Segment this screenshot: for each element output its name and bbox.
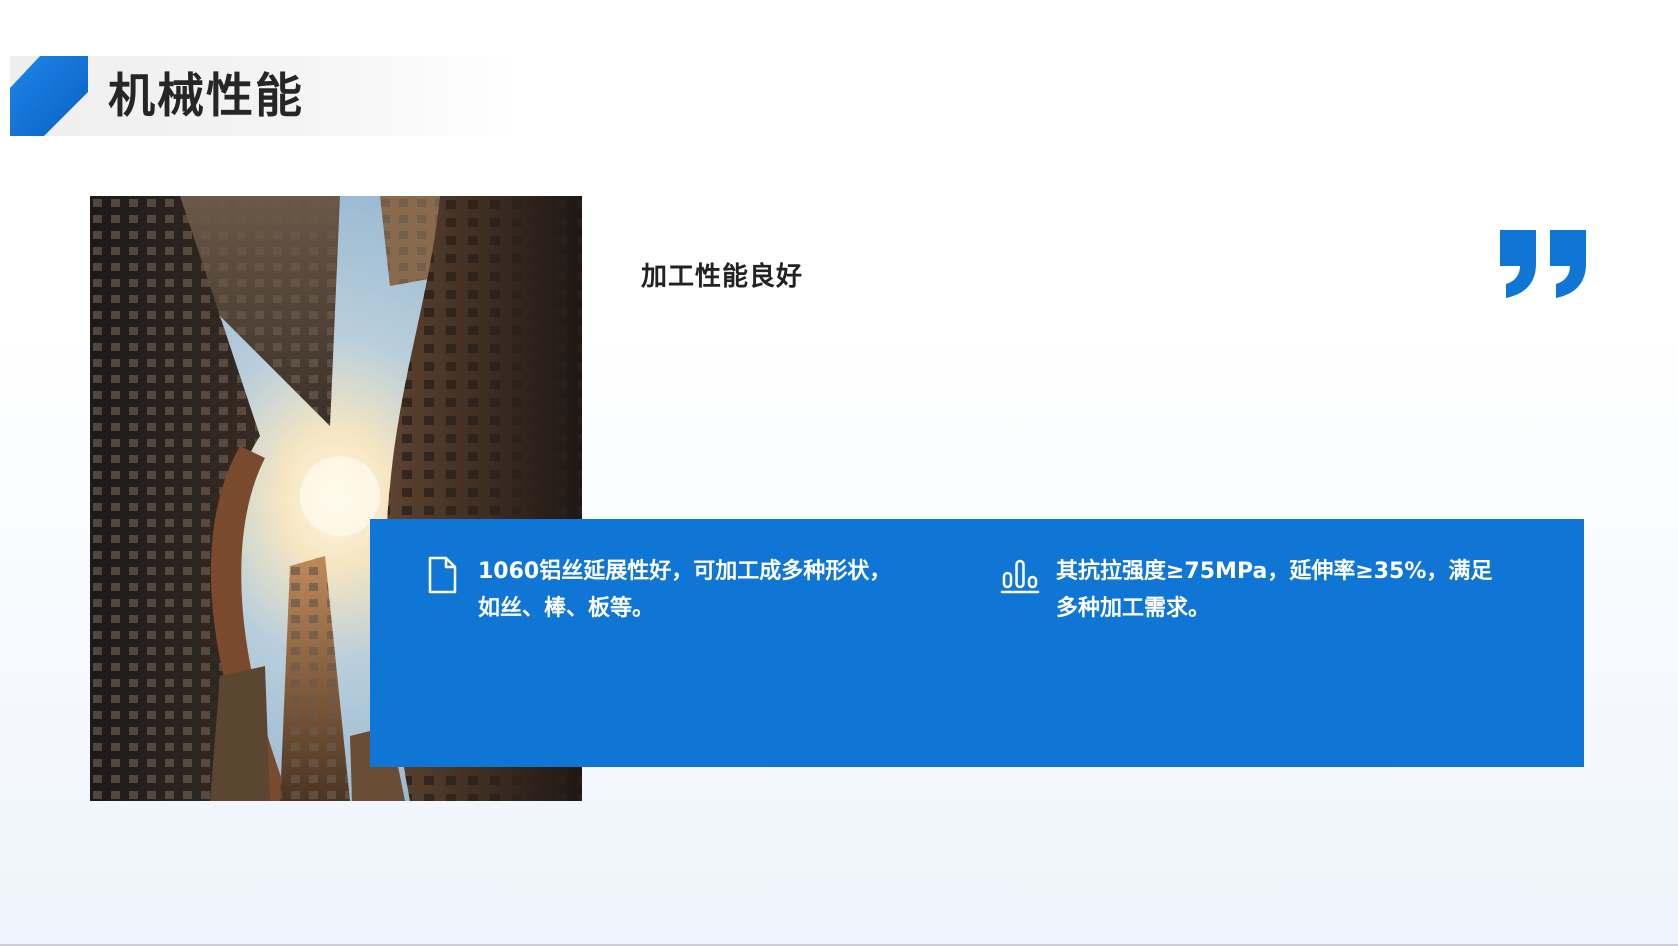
feature-text: 1060铝丝延展性好，可加工成多种形状，如丝、棒、板等。 — [478, 559, 892, 621]
feature-item: 1060铝丝延展性好，可加工成多种形状，如丝、棒、板等。 — [422, 553, 892, 627]
slide: 机械性能 加工性能良好 1060铝丝延展性好，可加工成多种形状，如丝、棒、板等。… — [0, 0, 1678, 946]
quote-icon — [1500, 230, 1586, 298]
document-icon — [428, 556, 457, 594]
feature-item: 其抗拉强度≥75MPa，延伸率≥35%，满足多种加工需求。 — [1000, 553, 1500, 627]
page-title: 机械性能 — [108, 69, 304, 124]
bar-chart-icon — [1000, 559, 1040, 594]
feature-text: 其抗拉强度≥75MPa，延伸率≥35%，满足多种加工需求。 — [1056, 559, 1493, 621]
feature-panel: 1060铝丝延展性好，可加工成多种形状，如丝、棒、板等。 其抗拉强度≥75MPa… — [370, 519, 1584, 767]
title-accent-icon — [10, 56, 88, 136]
subheading: 加工性能良好 — [641, 262, 804, 292]
